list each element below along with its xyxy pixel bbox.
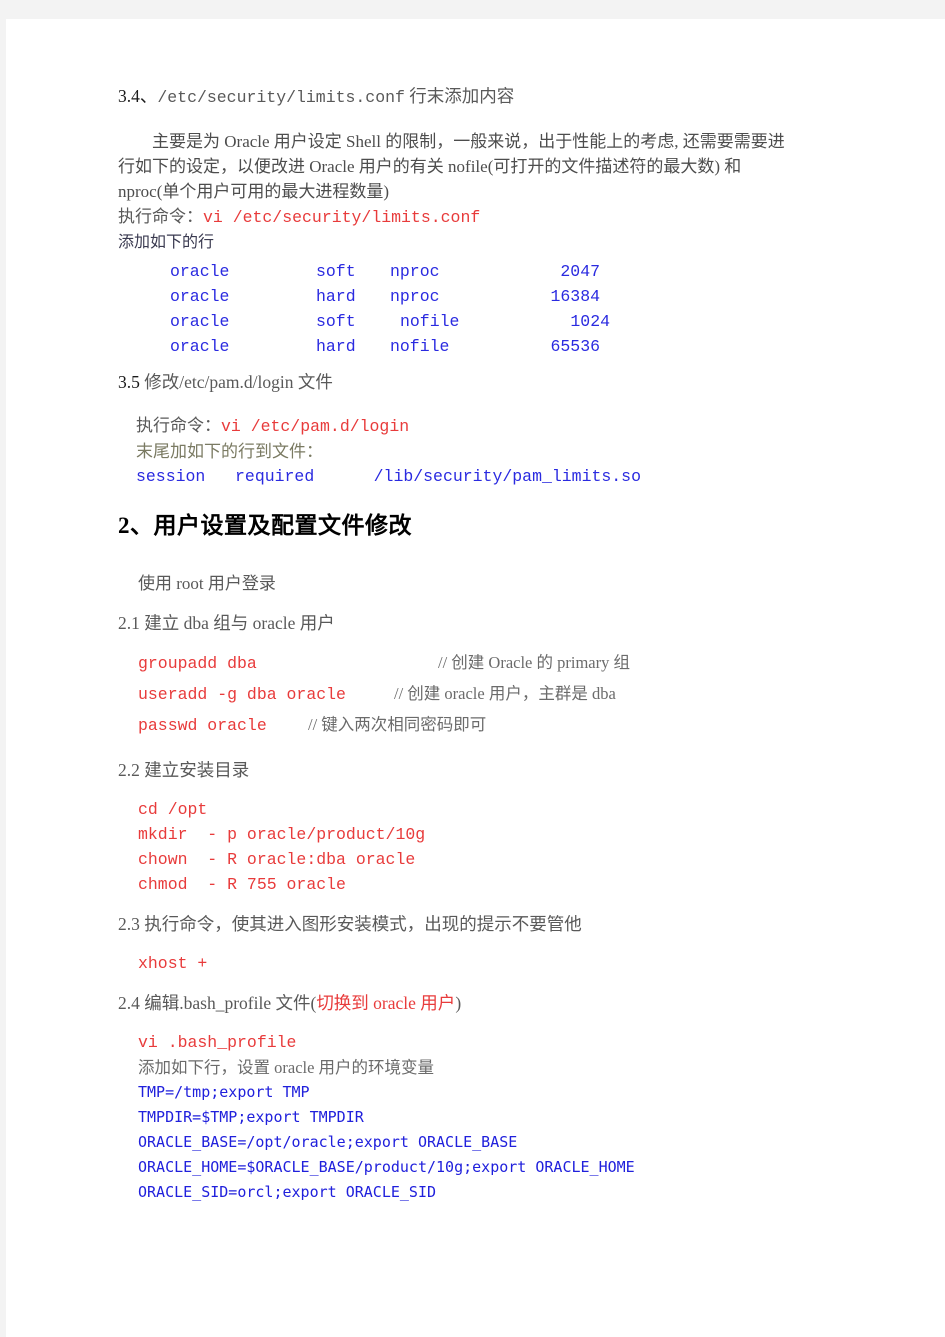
command-line: cd /opt — [138, 800, 208, 819]
document-page: 3.4、/etc/security/limits.conf 行末添加内容 主要是… — [6, 19, 945, 1337]
cell-type: soft — [316, 312, 356, 331]
cell-item: nofile — [400, 312, 460, 331]
env-line: TMP=/tmp;export TMP — [138, 1083, 310, 1101]
paragraph-3-4-line1: 主要是为 Oracle 用户设定 Shell 的限制，一般来说，出于性能上的考虑… — [118, 129, 878, 154]
exec-command-3-4: 执行命令：vi /etc/security/limits.conf — [118, 204, 878, 230]
command-text: passwd oracle — [138, 716, 267, 735]
tail-append-label-3-5: 末尾加如下的行到文件： — [136, 442, 323, 461]
table-row: oracle hard nofile 65536 — [118, 334, 878, 359]
cell-type: hard — [316, 337, 356, 356]
section-2-3-commands: xhost + — [118, 951, 878, 976]
cell-value: 1024 — [570, 312, 610, 331]
command-line: xhost + — [138, 954, 208, 973]
env-line: ORACLE_SID=orcl;export ORACLE_SID — [138, 1183, 437, 1201]
command-note: // 创建 Oracle 的 primary 组 — [438, 653, 630, 672]
table-row: oracle hard nproc 16384 — [118, 284, 878, 309]
cell-user: oracle — [170, 312, 230, 331]
add-lines-label-3-4: 添加如下的行 — [118, 234, 215, 251]
exec-label: 执行命令： — [136, 416, 221, 435]
command-line: chown - R oracle:dba oracle — [138, 850, 416, 869]
section-heading-3-4: 3.4、/etc/security/limits.conf 行末添加内容 — [118, 81, 878, 113]
section-heading-2-1: 2.1 建立 dba 组与 oracle 用户 — [118, 613, 335, 633]
command-line: useradd -g dba oracle // 创建 oracle 用户，主群是… — [138, 681, 878, 712]
command-line: chmod - R 755 oracle — [138, 875, 346, 894]
section-3-5-body: 执行命令：vi /etc/pam.d/login 末尾加如下的行到文件： ses… — [118, 413, 878, 489]
cell-type: hard — [316, 287, 356, 306]
vi-command: vi .bash_profile — [138, 1033, 297, 1052]
command-note: // 创建 oracle 用户，主群是 dba — [394, 684, 616, 703]
env-line: ORACLE_BASE=/opt/oracle;export ORACLE_BA… — [138, 1133, 518, 1151]
section-number-3-5: 3.5 — [118, 372, 140, 392]
cell-user: oracle — [170, 262, 230, 281]
section-heading-3-5: 3.5 修改/etc/pam.d/login 文件 — [118, 367, 878, 397]
limits-conf-table: oracle soft nproc 2047 oracle hard nproc 16384… — [118, 259, 878, 359]
section-path-3-4: /etc/security/limits.conf — [157, 88, 405, 107]
section-heading-2-3: 2.3 执行命令，使其进入图形安装模式，出现的提示不要管他 — [118, 914, 582, 934]
command-text: groupadd dba — [138, 654, 257, 673]
env-line: TMPDIR=$TMP;export TMPDIR — [138, 1108, 364, 1126]
cell-user: oracle — [170, 337, 230, 356]
section-2-1-commands: groupadd dba // 创建 Oracle 的 primary 组 use… — [118, 650, 878, 743]
command-line: passwd oracle // 键入两次相同密码即可 — [138, 712, 878, 743]
cell-value: 16384 — [550, 287, 600, 306]
env-line: ORACLE_HOME=$ORACLE_BASE/product/10g;exp… — [138, 1158, 635, 1176]
exec-label: 执行命令： — [118, 207, 203, 226]
paragraph-3-4-line3: nproc(单个用户可用的最大进程数量) — [118, 182, 390, 201]
section-2-4-body: vi .bash_profile 添加如下行，设置 oracle 用户的环境变量… — [118, 1030, 878, 1205]
cell-item: nproc — [390, 262, 440, 281]
page-title-user-settings: 2、用户设置及配置文件修改 — [118, 513, 412, 538]
section-2-2-commands: cd /opt mkdir - p oracle/product/10g cho… — [118, 797, 878, 897]
cell-value: 65536 — [550, 337, 600, 356]
section-number-3-4: 3.4、 — [118, 86, 158, 106]
section-heading-2-2: 2.2 建立安装目录 — [118, 760, 250, 780]
cell-value: 2047 — [560, 262, 600, 281]
cell-item: nofile — [390, 337, 450, 356]
section-title-2-4: 2.4 编辑.bash_profile 文件 — [118, 993, 311, 1013]
pam-limits-line: session required /lib/security/pam_limit… — [136, 467, 641, 486]
command-note: // 键入两次相同密码即可 — [308, 715, 487, 734]
login-note: 使用 root 用户登录 — [138, 574, 276, 593]
section-title-2-4-highlight: 切换到 oracle 用户 — [316, 993, 456, 1013]
section-title-3-5: 修改/etc/pam.d/login 文件 — [139, 372, 333, 392]
command-line: mkdir - p oracle/product/10g — [138, 825, 426, 844]
env-add-note: 添加如下行，设置 oracle 用户的环境变量 — [138, 1058, 435, 1077]
cell-user: oracle — [170, 287, 230, 306]
section-title-3-4: 行末添加内容 — [404, 86, 515, 106]
paragraph-3-4-line2: 行如下的设定，以便改进 Oracle 用户的有关 nofile(可打开的文件描述… — [118, 157, 742, 176]
command-line: groupadd dba // 创建 Oracle 的 primary 组 — [138, 650, 878, 681]
exec-command-text: vi /etc/security/limits.conf — [203, 208, 481, 227]
exec-command-text: vi /etc/pam.d/login — [221, 417, 410, 436]
document-content: 3.4、/etc/security/limits.conf 行末添加内容 主要是… — [118, 81, 878, 1205]
table-row: oracle soft nofile 1024 — [118, 309, 878, 334]
table-row: oracle soft nproc 2047 — [118, 259, 878, 284]
command-text: useradd -g dba oracle — [138, 685, 346, 704]
paragraph-text: 主要是为 Oracle 用户设定 Shell 的限制，一般来说，出于性能上的考虑… — [152, 132, 785, 151]
cell-item: nproc — [390, 287, 440, 306]
paren-close: ) — [455, 993, 462, 1013]
exec-command-3-5: 执行命令：vi /etc/pam.d/login — [136, 413, 878, 439]
cell-type: soft — [316, 262, 356, 281]
section-heading-2-4: 2.4 编辑.bash_profile 文件(切换到 oracle 用户) — [118, 988, 878, 1018]
